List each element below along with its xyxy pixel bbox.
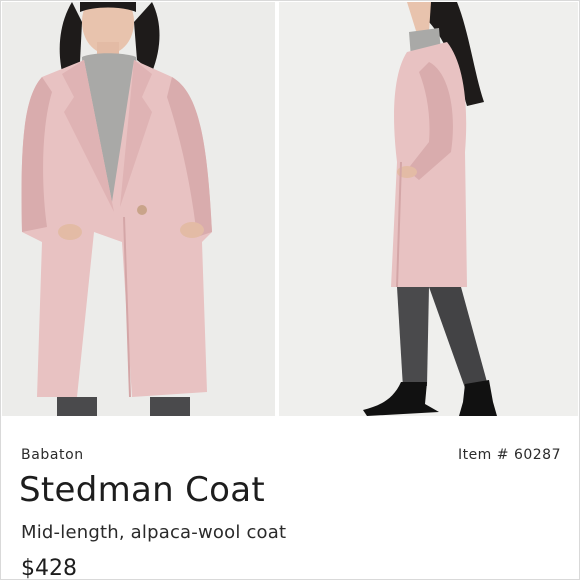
- product-info: Babaton Item # 60287 Stedman Coat Mid-le…: [1, 416, 580, 581]
- front-view-illustration: [2, 2, 275, 416]
- product-gallery: [2, 2, 578, 416]
- item-number: Item # 60287: [457, 447, 561, 463]
- product-title[interactable]: Stedman Coat: [19, 470, 265, 510]
- product-photo-front[interactable]: [2, 2, 275, 416]
- product-card: Babaton Item # 60287 Stedman Coat Mid-le…: [0, 0, 580, 581]
- product-description: Mid-length, alpaca-wool coat: [21, 522, 287, 543]
- product-price: $428: [21, 556, 77, 581]
- product-photo-side[interactable]: [279, 2, 578, 416]
- brand-name[interactable]: Babaton: [21, 447, 84, 463]
- side-view-illustration: [279, 2, 578, 416]
